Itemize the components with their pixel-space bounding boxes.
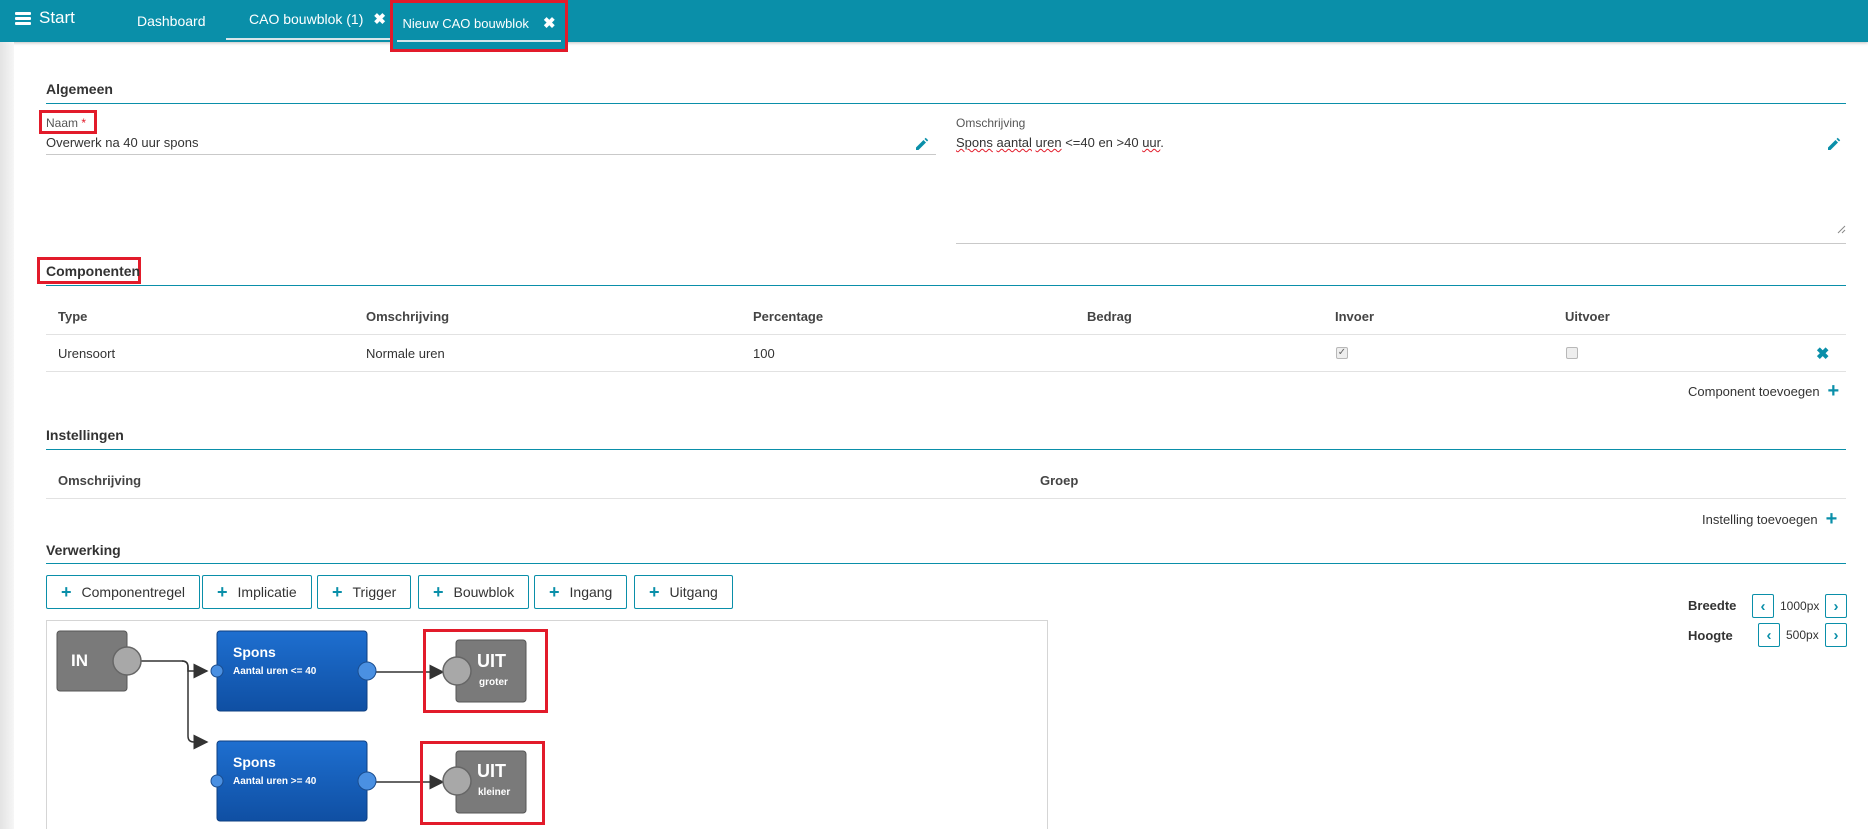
add-component-label: Component toevoegen	[1688, 383, 1820, 399]
add-componentregel-button[interactable]: + Componentregel	[46, 575, 201, 609]
omschrijving-word: uur	[1142, 135, 1161, 150]
omschrijving-text: .	[1160, 135, 1164, 150]
add-component-button[interactable]: Component toevoegen +	[1688, 381, 1839, 401]
start-menu-button[interactable]: Start	[15, 8, 75, 28]
omschrijving-field-underline	[956, 243, 1846, 244]
tab-label: Dashboard	[137, 13, 206, 29]
hamburger-icon	[15, 11, 31, 25]
plus-icon: +	[1825, 508, 1838, 530]
column-header: Percentage	[753, 309, 824, 324]
tab-dashboard[interactable]: Dashboard	[137, 0, 206, 42]
resize-handle-icon[interactable]	[1836, 224, 1846, 234]
uitvoer-checkbox[interactable]	[1566, 347, 1578, 359]
left-rail	[0, 42, 14, 829]
add-implicatie-button[interactable]: + Implicatie	[202, 575, 312, 609]
breedte-decrease-button[interactable]: ‹	[1752, 594, 1774, 618]
connector-line	[128, 660, 209, 750]
node-in-label: IN	[71, 651, 88, 670]
column-header: Invoer	[1335, 309, 1375, 324]
omschrijving-field[interactable]: Spons aantal uren <=40 en >40 uur.	[956, 135, 1164, 150]
plus-icon: +	[649, 582, 660, 602]
section-divider	[46, 449, 1846, 450]
node-in[interactable]	[56, 630, 142, 692]
pencil-icon[interactable]	[1826, 136, 1842, 152]
add-instelling-label: Instelling toevoegen	[1702, 511, 1818, 527]
node-title: Spons	[233, 754, 276, 770]
naam-label-text: Naam	[46, 116, 79, 130]
tab-label: Nieuw CAO bouwblok	[402, 15, 529, 31]
breedte-value: 1000px	[1780, 599, 1820, 613]
add-ingang-button[interactable]: + Ingang	[534, 575, 628, 609]
column-header: Omschrijving	[366, 309, 450, 324]
flow-diagram	[56, 630, 527, 822]
omschrijving-word: aantal	[996, 135, 1032, 150]
column-header: Uitvoer	[1565, 309, 1610, 324]
omschrijving-word: uren	[1035, 135, 1062, 150]
naam-label: Naam *	[46, 116, 86, 130]
add-bouwblok-button[interactable]: + Bouwblok	[418, 575, 530, 609]
button-label: Bouwblok	[453, 584, 515, 600]
column-header: Type	[58, 309, 88, 324]
plus-icon: +	[332, 582, 343, 602]
tab-label: CAO bouwblok (1)	[249, 11, 364, 27]
section-title-verwerking: Verwerking	[46, 542, 121, 558]
plus-icon: +	[61, 582, 72, 602]
section-title-componenten: Componenten	[46, 263, 141, 279]
hoogte-increase-button[interactable]: ›	[1825, 623, 1847, 647]
hoogte-decrease-button[interactable]: ‹	[1758, 623, 1780, 647]
node-subtitle: Aantal uren <= 40	[233, 666, 317, 677]
hoogte-label: Hoogte	[1688, 628, 1733, 643]
column-header: Omschrijving	[58, 473, 142, 488]
table-divider	[46, 334, 1846, 335]
button-label: Ingang	[569, 584, 613, 600]
invoer-checkbox[interactable]: ✓	[1336, 347, 1348, 359]
section-title-algemeen: Algemeen	[46, 81, 113, 97]
plus-icon: +	[549, 582, 560, 602]
button-label: Componentregel	[81, 584, 186, 600]
table-divider	[46, 498, 1846, 499]
highlight-box	[423, 629, 548, 713]
close-icon[interactable]: ✖	[373, 12, 386, 27]
breedte-increase-button[interactable]: ›	[1825, 594, 1847, 618]
omschrijving-word: Spons	[956, 135, 993, 150]
omschrijving-label: Omschrijving	[956, 116, 1026, 130]
section-divider	[46, 563, 1846, 564]
add-trigger-button[interactable]: + Trigger	[317, 575, 412, 609]
cell-percentage: 100	[753, 346, 775, 361]
button-label: Trigger	[352, 584, 397, 600]
cell-type: Urensoort	[58, 346, 116, 361]
delete-row-icon[interactable]: ✖	[1816, 344, 1829, 364]
start-label: Start	[39, 8, 75, 27]
close-icon[interactable]: ✖	[543, 16, 556, 31]
naam-field-underline	[46, 154, 936, 155]
tab-nieuw-cao-bouwblok[interactable]: Nieuw CAO bouwblok ✖	[390, 0, 568, 52]
plus-icon: +	[433, 582, 444, 602]
section-title-instellingen: Instellingen	[46, 427, 124, 443]
button-label: Uitgang	[669, 584, 718, 600]
section-divider	[46, 285, 1846, 286]
hoogte-value: 500px	[1786, 628, 1819, 642]
highlight-box	[420, 741, 545, 825]
top-navbar: Start Dashboard CAO bouwblok (1) ✖ Nieuw…	[0, 0, 1868, 52]
column-header: Groep	[1040, 473, 1079, 488]
cell-omschrijving: Normale uren	[366, 346, 445, 361]
required-mark: *	[81, 116, 87, 130]
plus-icon: +	[1827, 380, 1840, 402]
breedte-label: Breedte	[1688, 598, 1737, 613]
pencil-icon[interactable]	[914, 136, 930, 152]
node-title: Spons	[233, 644, 276, 660]
section-divider	[46, 103, 1846, 104]
connector-line	[181, 660, 209, 679]
tab-cao-bouwblok[interactable]: CAO bouwblok (1) ✖	[226, 0, 409, 40]
plus-icon: +	[217, 582, 228, 602]
node-subtitle: Aantal uren >= 40	[233, 776, 317, 787]
naam-field[interactable]: Overwerk na 40 uur spons	[46, 135, 198, 150]
omschrijving-text: <=40 en >40	[1061, 135, 1143, 150]
button-label: Implicatie	[237, 584, 297, 600]
add-uitgang-button[interactable]: + Uitgang	[634, 575, 733, 609]
column-header: Bedrag	[1087, 309, 1132, 324]
table-divider	[46, 371, 1846, 372]
add-instelling-button[interactable]: Instelling toevoegen +	[1702, 509, 1837, 529]
